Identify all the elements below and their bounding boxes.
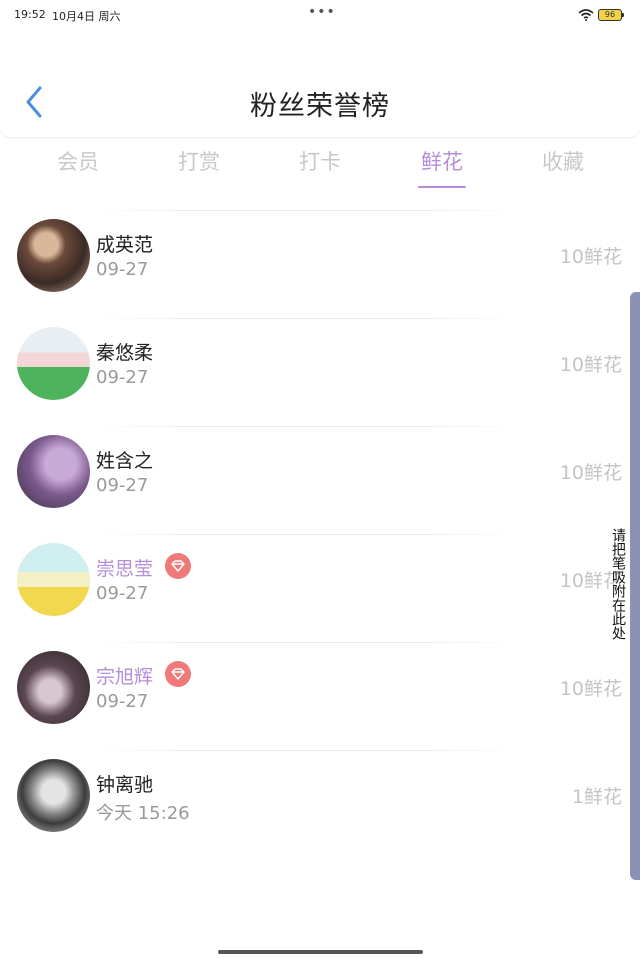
user-name: 崇思莹: [96, 558, 154, 580]
user-name: 秦悠柔: [96, 342, 154, 364]
row-divider: [96, 318, 516, 319]
user-name: 宗旭辉: [96, 666, 154, 688]
user-name: 钟离驰: [96, 774, 154, 796]
item-date: 09-27: [96, 691, 149, 712]
flower-count: 1鲜花: [571, 786, 622, 808]
avatar[interactable]: [17, 759, 90, 832]
item-date: 09-27: [96, 475, 149, 496]
page-title: 粉丝荣誉榜: [250, 91, 390, 122]
tab-checkin[interactable]: 打卡: [275, 146, 365, 176]
flower-count: 10鲜花: [559, 354, 622, 376]
list-item[interactable]: 秦悠柔 09-27 10鲜花: [0, 308, 640, 416]
status-time: 19:52: [14, 8, 46, 21]
home-indicator[interactable]: [218, 950, 423, 954]
header-bar: 粉丝荣誉榜: [0, 28, 640, 138]
avatar[interactable]: [17, 219, 90, 292]
user-name: 姓含之: [96, 450, 154, 472]
tab-bar: 会员 打赏 打卡 鲜花 收藏: [0, 140, 640, 192]
battery-icon: 96: [598, 9, 624, 21]
avatar[interactable]: [17, 651, 90, 724]
item-date: 今天 15:26: [96, 803, 190, 824]
list-item[interactable]: 崇思莹 09-27 10鲜花: [0, 524, 640, 632]
user-name: 成英范: [96, 234, 154, 256]
row-divider: [96, 210, 516, 211]
status-date: 10月4日 周六: [52, 10, 121, 23]
tab-favorites[interactable]: 收藏: [518, 146, 608, 176]
avatar[interactable]: [17, 435, 90, 508]
more-dots-icon[interactable]: •••: [308, 4, 336, 20]
diamond-vip-icon: [165, 553, 191, 579]
list-item[interactable]: 姓含之 09-27 10鲜花: [0, 416, 640, 524]
list-item[interactable]: 钟离驰 今天 15:26 1鲜花: [0, 740, 640, 848]
flower-count: 10鲜花: [559, 462, 622, 484]
avatar[interactable]: [17, 543, 90, 616]
avatar[interactable]: [17, 327, 90, 400]
item-date: 09-27: [96, 259, 149, 280]
row-divider: [96, 534, 516, 535]
row-divider: [96, 426, 516, 427]
row-divider: [96, 750, 516, 751]
flower-count: 10鲜花: [559, 678, 622, 700]
list-item[interactable]: 宗旭辉 09-27 10鲜花: [0, 632, 640, 740]
tab-member[interactable]: 会员: [33, 146, 123, 176]
row-divider: [96, 642, 516, 643]
flower-count: 10鲜花: [559, 246, 622, 268]
diamond-vip-icon: [165, 661, 191, 687]
wifi-icon: [578, 9, 594, 21]
item-date: 09-27: [96, 367, 149, 388]
list-item[interactable]: 成英范 09-27 10鲜花: [0, 200, 640, 308]
tab-reward[interactable]: 打赏: [154, 146, 244, 176]
tab-flowers[interactable]: 鲜花: [397, 146, 487, 176]
pen-dock-handle[interactable]: [630, 292, 640, 880]
pen-dock-label: 请把笔吸附在此处: [610, 528, 626, 640]
item-date: 09-27: [96, 583, 149, 604]
status-bar: 19:52 10月4日 周六 ••• 96: [0, 0, 640, 28]
active-tab-indicator: [418, 186, 466, 188]
